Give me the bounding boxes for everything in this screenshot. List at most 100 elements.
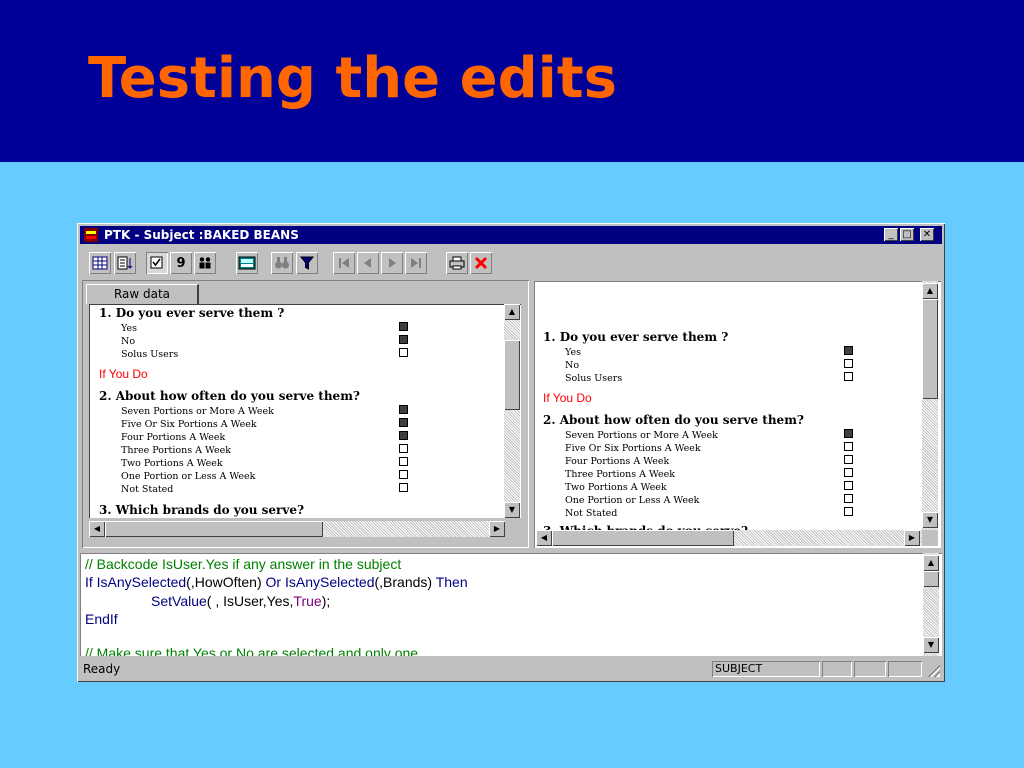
option-four-portions: Four Portions A Week bbox=[121, 432, 226, 443]
code-line-endif: EndIf bbox=[85, 611, 118, 627]
option-solus-users: Solus Users bbox=[121, 349, 179, 360]
question-3: 3. Which brands do you serve? bbox=[99, 503, 305, 517]
calculator-button[interactable] bbox=[236, 252, 258, 274]
checkbox-three-portions[interactable] bbox=[844, 468, 853, 477]
prev-record-button[interactable] bbox=[357, 252, 379, 274]
keyword-if: If bbox=[85, 574, 97, 590]
people-button[interactable] bbox=[194, 252, 216, 274]
checkbox-solus-users[interactable] bbox=[844, 372, 853, 381]
checkbox-two-portions[interactable] bbox=[399, 457, 408, 466]
function-name: IsAnySelected bbox=[96, 574, 187, 590]
next-record-button[interactable] bbox=[381, 252, 403, 274]
grid-view-button[interactable] bbox=[89, 252, 111, 274]
checkbox-seven-portions[interactable] bbox=[844, 429, 853, 438]
scroll-right-button[interactable]: ▶ bbox=[489, 521, 505, 537]
checkbox-solus-users[interactable] bbox=[399, 348, 408, 357]
code-comment: // Make sure that Yes or No are selected… bbox=[85, 645, 419, 656]
filter-button[interactable] bbox=[296, 252, 318, 274]
vertical-scrollbar[interactable]: ▲ ▼ bbox=[504, 304, 520, 518]
checkbox-one-portion[interactable] bbox=[844, 494, 853, 503]
vertical-scrollbar[interactable]: ▲ ▼ bbox=[922, 281, 938, 530]
filter-icon bbox=[300, 256, 314, 270]
scroll-right-button[interactable]: ▶ bbox=[904, 530, 920, 546]
raw-data-form: 1. Do you ever serve them ? Yes No Solus… bbox=[89, 304, 521, 518]
find-button[interactable] bbox=[271, 252, 293, 274]
vertical-scrollbar[interactable]: ▲ ▼ bbox=[923, 553, 939, 656]
calculator-icon bbox=[238, 256, 256, 270]
scroll-down-button[interactable]: ▼ bbox=[922, 512, 938, 528]
close-button[interactable] bbox=[470, 252, 492, 274]
scroll-down-button[interactable]: ▼ bbox=[923, 637, 939, 653]
function-name: IsAnySelected bbox=[284, 574, 375, 590]
grid-icon bbox=[92, 256, 108, 270]
keyword-or: Or bbox=[265, 574, 285, 590]
option-no: No bbox=[121, 336, 136, 347]
people-icon bbox=[199, 257, 211, 269]
last-record-button[interactable] bbox=[405, 252, 427, 274]
tab-raw-data[interactable]: Raw data bbox=[86, 284, 199, 304]
scroll-thumb[interactable] bbox=[105, 521, 323, 537]
scroll-thumb[interactable] bbox=[504, 340, 520, 410]
checkbox-two-portions[interactable] bbox=[844, 481, 853, 490]
checkbox-not-stated[interactable] bbox=[844, 507, 853, 516]
checkbox-three-portions[interactable] bbox=[399, 444, 408, 453]
title-bar[interactable]: PTK - Subject :BAKED BEANS _ □ ✕ bbox=[80, 226, 942, 244]
checkbox-not-stated[interactable] bbox=[399, 483, 408, 492]
sort-list-button[interactable] bbox=[114, 252, 136, 274]
checkbox-no[interactable] bbox=[844, 359, 853, 368]
sort-list-icon bbox=[117, 256, 133, 270]
slide-title: Testing the edits bbox=[88, 46, 617, 111]
option-yes: Yes bbox=[121, 323, 137, 334]
code-line-if: If IsAnySelected(,HowOften) Or IsAnySele… bbox=[85, 574, 468, 590]
checkbox-icon bbox=[150, 256, 163, 269]
next-record-icon bbox=[389, 258, 396, 268]
last-record-icon bbox=[411, 258, 421, 268]
checkbox-yes[interactable] bbox=[844, 346, 853, 355]
scroll-thumb[interactable] bbox=[552, 530, 734, 546]
code-args: (,HowOften) bbox=[186, 574, 266, 590]
app-window: PTK - Subject :BAKED BEANS _ □ ✕ 9 Raw d… bbox=[77, 223, 945, 682]
checkbox-no[interactable] bbox=[399, 335, 408, 344]
option-five-or-six: Five Or Six Portions A Week bbox=[565, 443, 701, 454]
horizontal-scrollbar[interactable]: ◀ ▶ bbox=[536, 530, 922, 546]
status-panel-subject: SUBJECT bbox=[712, 661, 820, 677]
scroll-up-button[interactable]: ▲ bbox=[923, 555, 939, 571]
status-bar: Ready SUBJECT bbox=[80, 659, 942, 679]
checkbox-one-portion[interactable] bbox=[399, 470, 408, 479]
scroll-down-button[interactable]: ▼ bbox=[504, 502, 520, 518]
app-icon[interactable] bbox=[84, 228, 98, 242]
binoculars-icon bbox=[275, 257, 289, 269]
close-window-button[interactable]: ✕ bbox=[920, 228, 934, 241]
scroll-left-button[interactable]: ◀ bbox=[89, 521, 105, 537]
checkbox-yes[interactable] bbox=[399, 322, 408, 331]
checkbox-view-button[interactable] bbox=[146, 252, 168, 274]
checkbox-seven-portions[interactable] bbox=[399, 405, 408, 414]
option-one-portion: One Portion or Less A Week bbox=[121, 471, 256, 482]
checkbox-four-portions[interactable] bbox=[844, 455, 853, 464]
print-button[interactable] bbox=[446, 252, 468, 274]
checkbox-four-portions[interactable] bbox=[399, 431, 408, 440]
scroll-thumb[interactable] bbox=[923, 571, 939, 587]
status-panel bbox=[822, 661, 852, 677]
checkbox-five-or-six[interactable] bbox=[399, 418, 408, 427]
scroll-left-button[interactable]: ◀ bbox=[536, 530, 552, 546]
checkbox-five-or-six[interactable] bbox=[844, 442, 853, 451]
numeric-view-button[interactable]: 9 bbox=[170, 252, 192, 274]
scroll-thumb[interactable] bbox=[922, 299, 938, 399]
toolbar: 9 bbox=[80, 248, 942, 278]
question-2: 2. About how often do you serve them? bbox=[99, 389, 360, 403]
maximize-button[interactable]: □ bbox=[900, 228, 914, 241]
question-2: 2. About how often do you serve them? bbox=[543, 413, 804, 427]
option-five-or-six: Five Or Six Portions A Week bbox=[121, 419, 257, 430]
resize-grip-icon[interactable] bbox=[928, 665, 940, 677]
code-editor[interactable]: // Backcode IsUser.Yes if any answer in … bbox=[80, 553, 942, 656]
question-1: 1. Do you ever serve them ? bbox=[543, 330, 729, 344]
status-panel bbox=[854, 661, 886, 677]
horizontal-scrollbar[interactable]: ◀ ▶ bbox=[89, 521, 505, 537]
code-comment: // Backcode IsUser.Yes if any answer in … bbox=[85, 556, 402, 572]
scroll-up-button[interactable]: ▲ bbox=[504, 304, 520, 320]
minimize-button[interactable]: _ bbox=[884, 228, 898, 241]
status-text: Ready bbox=[83, 662, 121, 676]
scroll-up-button[interactable]: ▲ bbox=[922, 283, 938, 299]
first-record-button[interactable] bbox=[333, 252, 355, 274]
